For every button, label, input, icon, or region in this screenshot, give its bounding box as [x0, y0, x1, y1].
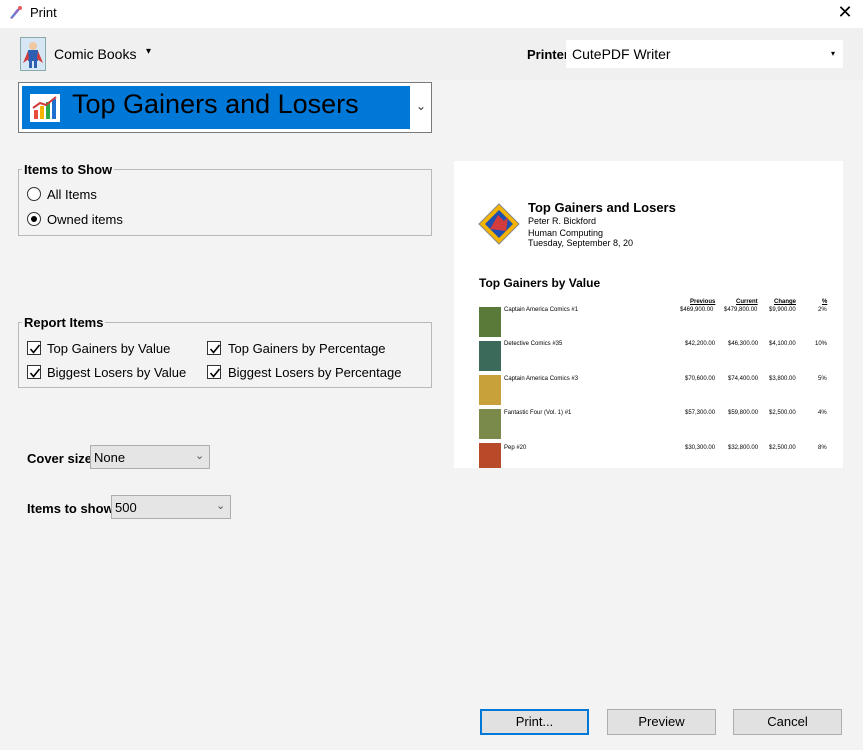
- checkbox-biggest-losers-value-label[interactable]: Biggest Losers by Value: [47, 365, 186, 380]
- items-to-show-value: 500: [115, 500, 137, 515]
- row-current: $479,800.00: [724, 307, 758, 313]
- preview-title: Top Gainers and Losers: [528, 200, 676, 215]
- superhero-database-icon[interactable]: [20, 37, 46, 71]
- chevron-down-icon[interactable]: ▾: [831, 49, 835, 58]
- title-bar: [0, 0, 863, 28]
- row-previous: $30,300.00: [685, 445, 716, 451]
- app-icon: [8, 5, 24, 21]
- row-current: $32,800.00: [728, 445, 759, 451]
- row-change: $3,800.00: [769, 376, 796, 382]
- report-items-title: Report Items: [22, 315, 106, 330]
- printer-value: CutePDF Writer: [572, 46, 671, 62]
- checkbox-biggest-losers-value[interactable]: [27, 365, 41, 379]
- row-previous: $70,600.00: [685, 376, 716, 382]
- row-previous: $57,300.00: [685, 410, 716, 416]
- checkbox-top-gainers-value[interactable]: [27, 341, 41, 355]
- report-title: Top Gainers and Losers: [72, 89, 359, 119]
- radio-all-items[interactable]: [27, 187, 41, 201]
- chart-icon: [30, 94, 60, 122]
- comic-cover-thumbnail: [479, 307, 501, 337]
- checkbox-top-gainers-percentage-label[interactable]: Top Gainers by Percentage: [228, 341, 386, 356]
- radio-owned-items-label[interactable]: Owned items: [47, 212, 123, 227]
- checkbox-top-gainers-percentage[interactable]: [207, 341, 221, 355]
- checkbox-top-gainers-value-label[interactable]: Top Gainers by Value: [47, 341, 170, 356]
- close-icon[interactable]: ✕: [830, 2, 860, 26]
- comic-cover-thumbnail: [479, 341, 501, 371]
- radio-owned-items[interactable]: [27, 212, 41, 226]
- cover-size-label: Cover size: [27, 451, 93, 466]
- row-title: Fantastic Four (Vol. 1) #1: [504, 410, 572, 416]
- comic-cover-thumbnail: [479, 409, 501, 439]
- print-preview: Top Gainers and Losers Peter R. Bickford…: [454, 161, 843, 468]
- preview-button[interactable]: Preview: [607, 709, 716, 735]
- row-pct: 5%: [818, 376, 827, 382]
- row-pct: 2%: [818, 307, 827, 313]
- printer-label: Printer: [527, 47, 569, 62]
- row-title: Pep #20: [504, 445, 527, 451]
- cover-size-value: None: [94, 450, 126, 465]
- row-pct: 8%: [818, 445, 827, 451]
- preview-date: Tuesday, September 8, 20: [528, 238, 634, 248]
- row-title: Captain America Comics #3: [504, 376, 579, 382]
- row-current: $74,400.00: [728, 376, 759, 382]
- report-logo-icon: [478, 203, 520, 245]
- preview-section-title: Top Gainers by Value: [479, 276, 601, 290]
- items-to-show-label: Items to show: [27, 501, 114, 516]
- checkbox-biggest-losers-percentage[interactable]: [207, 365, 221, 379]
- chevron-down-icon[interactable]: ⌄: [216, 499, 225, 512]
- row-title: Captain America Comics #1: [504, 307, 579, 313]
- comic-cover-thumbnail: [479, 443, 501, 468]
- column-header: Current: [736, 299, 758, 305]
- column-header: Previous: [690, 299, 716, 305]
- window-title: Print: [30, 5, 57, 20]
- radio-all-items-label[interactable]: All Items: [47, 187, 97, 202]
- items-to-show-title: Items to Show: [22, 162, 115, 177]
- row-pct: 4%: [818, 410, 827, 416]
- row-change: $2,500.00: [769, 445, 796, 451]
- chevron-down-icon[interactable]: ⌄: [416, 99, 426, 113]
- checkbox-biggest-losers-percentage-label[interactable]: Biggest Losers by Percentage: [228, 365, 401, 380]
- preview-company: Human Computing: [528, 228, 604, 238]
- cancel-button[interactable]: Cancel: [733, 709, 842, 735]
- row-change: $4,100.00: [769, 341, 796, 347]
- row-previous: $469,900.00: [680, 307, 714, 313]
- row-current: $46,300.00: [728, 341, 759, 347]
- row-current: $59,800.00: [728, 410, 759, 416]
- column-header: %: [822, 299, 828, 305]
- chevron-down-icon[interactable]: ▾: [146, 46, 151, 57]
- column-header: Change: [774, 299, 797, 305]
- print-button[interactable]: Print...: [480, 709, 589, 735]
- row-change: $9,900.00: [769, 307, 796, 313]
- row-previous: $42,200.00: [685, 341, 716, 347]
- chevron-down-icon[interactable]: ⌄: [195, 449, 204, 462]
- comic-cover-thumbnail: [479, 375, 501, 405]
- preview-author: Peter R. Bickford: [528, 216, 597, 226]
- row-title: Detective Comics #35: [504, 341, 563, 347]
- row-pct: 10%: [815, 341, 828, 347]
- row-change: $2,500.00: [769, 410, 796, 416]
- database-name[interactable]: Comic Books: [54, 46, 136, 62]
